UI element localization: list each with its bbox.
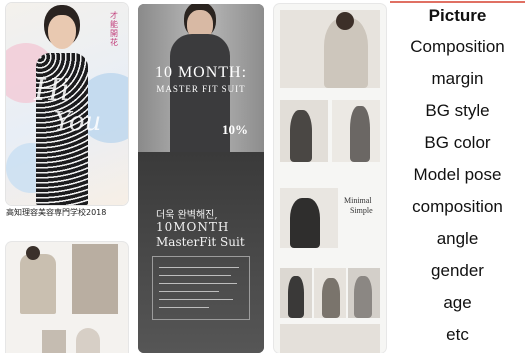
model-head: [336, 12, 354, 30]
discount-badge: 10%: [222, 122, 248, 137]
korean-headline: 더욱 완벽해진,: [156, 210, 218, 221]
text-line: [159, 307, 209, 308]
criteria-item-model-pose: Model pose: [413, 165, 502, 184]
model-figure: [288, 276, 304, 318]
criteria-item-bg-color: BG color: [424, 133, 491, 152]
title-10month: 10MONTH: [156, 220, 230, 234]
label-minimal: Minimal: [344, 196, 372, 205]
criteria-item-angle: angle: [436, 229, 479, 248]
model-figure: [322, 278, 340, 318]
accent-line: [390, 1, 525, 3]
poster-kochi-school[interactable]: Hi You 才能開花: [6, 3, 128, 205]
criteria-item-composition: Composition: [410, 37, 505, 56]
script-you: You: [54, 107, 102, 137]
photo-tile: [280, 10, 380, 88]
criteria-item-margin: margin: [431, 69, 484, 88]
vertical-japanese-text: 才能開花: [110, 11, 118, 47]
photo-tile: [348, 268, 380, 318]
suit-photo-panel: 10 MONTH: MASTER FIT SUIT 10%: [138, 4, 264, 152]
model-figure: [290, 110, 312, 162]
criteria-heading: Picture: [428, 6, 487, 25]
model-figure: [290, 198, 320, 248]
photo-tile: [280, 324, 380, 353]
text-line: [159, 291, 219, 292]
criteria-item-age: age: [443, 293, 472, 312]
model-figure: [350, 106, 370, 162]
script-hi: Hi: [34, 73, 70, 108]
text-line: [159, 299, 233, 300]
criteria-item-composition-2: composition: [412, 197, 503, 216]
criteria-item-etc: etc: [446, 325, 469, 344]
model-figure: [354, 276, 372, 318]
text-line: [159, 267, 239, 268]
brand-title: 10 MONTH:: [154, 64, 248, 81]
title-masterfit: MasterFit Suit: [156, 235, 245, 249]
brand-subtitle: MASTER FIT SUIT: [156, 84, 246, 94]
model-head: [26, 246, 40, 260]
text-line: [159, 283, 237, 284]
photo-tile: [280, 100, 328, 162]
body-text-box: [152, 256, 250, 320]
poster-10month-suit[interactable]: 10 MONTH: MASTER FIT SUIT 10% 더욱 완벽해진, 1…: [138, 4, 264, 353]
photo-tile: [42, 330, 66, 353]
photo-tile: [280, 268, 312, 318]
photo-tile: [332, 100, 380, 162]
poster-coat-lookbook[interactable]: [6, 242, 128, 353]
text-line: [159, 275, 231, 276]
photo-tile: [76, 328, 100, 353]
photo-tile: [280, 188, 338, 248]
poster-caption: 高知理容美容専門学校2018: [6, 208, 107, 217]
criteria-item-gender: gender: [431, 261, 484, 280]
coat-model-figure: [20, 254, 56, 314]
model-head: [48, 15, 76, 49]
label-simple: Simple: [350, 206, 373, 215]
poster-lookbook-grid[interactable]: Minimal Simple: [274, 4, 386, 353]
criteria-item-bg-style: BG style: [425, 101, 490, 120]
photo-tile: [314, 268, 346, 318]
korean-text-panel: 더욱 완벽해진, 10MONTH MasterFit Suit: [138, 152, 264, 353]
photo-tile: [72, 244, 118, 314]
